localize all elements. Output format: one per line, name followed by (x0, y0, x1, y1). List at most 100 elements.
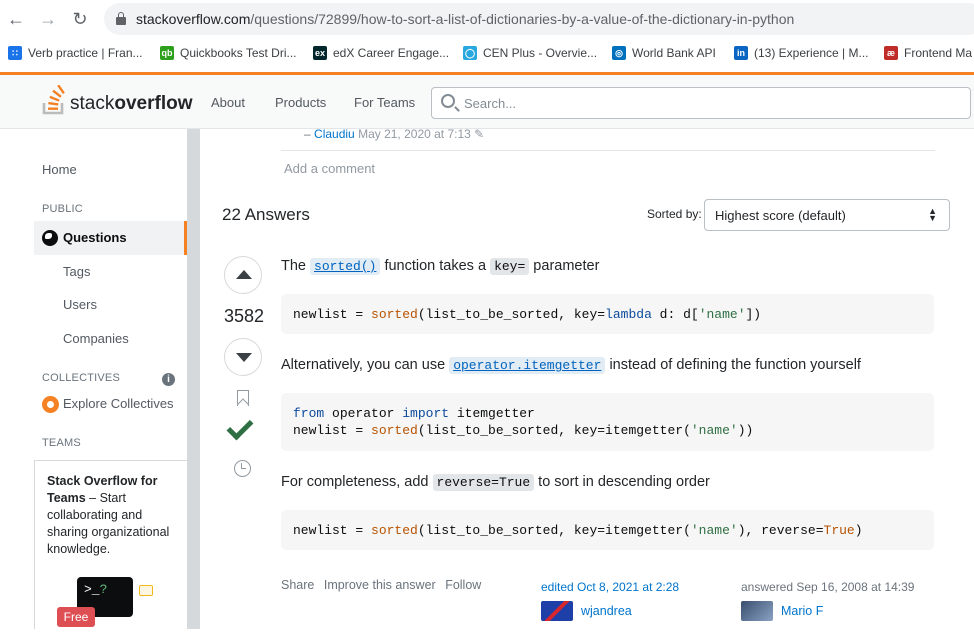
bookmark-label: (13) Experience | M... (754, 46, 869, 60)
select-arrows-icon: ▲ ▼ (928, 206, 937, 223)
editor-name[interactable]: wjandrea (581, 604, 632, 618)
logo-text: stackoverflow (70, 93, 192, 115)
itemgetter-doc-link[interactable]: operator.itemgetter (449, 357, 606, 374)
arrow-up-icon (236, 270, 252, 279)
teams-promo[interactable]: Stack Overflow for Teams – Start collabo… (34, 460, 187, 639)
p3-text-post: to sort in descending order (534, 474, 710, 490)
arrow-down-icon (236, 353, 252, 362)
sidebar-section-teams: TEAMS (42, 437, 81, 449)
bookmark-label: Verb practice | Fran... (28, 46, 143, 60)
comment-date[interactable]: May 21, 2020 at 7:13 (358, 127, 471, 141)
p1-text-mid: function takes a (380, 258, 491, 274)
bookmark-label: edX Career Engage... (333, 46, 450, 60)
bookmark-label: CEN Plus - Overvie... (483, 46, 598, 60)
sidebar-item-questions-label: Questions (63, 230, 127, 245)
comment: – Claudiu May 21, 2020 at 7:13 ✎ (304, 127, 484, 141)
sorted-doc-link[interactable]: sorted() (310, 258, 381, 275)
logo-bold: overflow (114, 93, 193, 114)
bookmark-item[interactable]: æ Frontend Ma (884, 46, 972, 60)
bookmark-icon[interactable] (237, 390, 249, 406)
url-path: /questions/72899/how-to-sort-a-list-of-d… (250, 11, 795, 27)
address-bar[interactable]: stackoverflow.com/questions/72899/how-to… (104, 3, 974, 35)
sidebar-scrollbar[interactable] (187, 129, 200, 639)
p2-text-pre: Alternatively, you can use (281, 357, 450, 373)
code-block-3: newlist = sorted(list_to_be_sorted, key=… (281, 510, 934, 550)
edited-link[interactable]: edited Oct 8, 2021 at 2:28 (541, 580, 679, 594)
chat-bubble-icon (139, 585, 153, 596)
vote-count: 3582 (223, 306, 265, 326)
nav-about[interactable]: About (211, 95, 245, 110)
p2-text-post: instead of defining the function yoursel… (605, 357, 861, 373)
lock-icon (116, 12, 126, 25)
bottom-banner-edge (0, 629, 974, 639)
stackoverflow-logo[interactable]: stackoverflow (42, 85, 192, 115)
globe-icon (42, 230, 58, 246)
share-link[interactable]: Share (281, 578, 314, 592)
bookmark-item[interactable]: ◯ CEN Plus - Overvie... (463, 46, 597, 60)
sidebar-section-public: PUBLIC (42, 203, 83, 215)
inline-code-reverse: reverse=True (432, 474, 535, 491)
comment-user-link[interactable]: Claudiu (314, 127, 355, 141)
bookmark-item[interactable]: ∷ Verb practice | Fran... (8, 46, 143, 60)
sidebar-item-explore-collectives[interactable]: Explore Collectives (63, 396, 174, 411)
post-menu: Share Improve this answer Follow (281, 578, 487, 592)
cen-icon: ◯ (463, 46, 477, 60)
p3-text-pre: For completeness, add (281, 474, 433, 490)
site-header: stackoverflow About Products For Teams (0, 72, 974, 129)
sidebar-section-collectives: COLLECTIVES (42, 372, 121, 384)
bookmark-label: Frontend Ma (904, 46, 973, 60)
improve-answer-link[interactable]: Improve this answer (324, 578, 436, 592)
add-comment-link[interactable]: Add a comment (284, 161, 375, 176)
bookmark-item[interactable]: ex edX Career Engage... (313, 46, 449, 60)
inline-code-key: key= (490, 258, 530, 275)
bookmark-item[interactable]: in (13) Experience | M... (734, 46, 869, 60)
history-icon[interactable] (234, 460, 251, 477)
editor-avatar[interactable] (541, 601, 573, 621)
editor-card[interactable]: wjandrea (541, 601, 632, 621)
answer-paragraph-1: The sorted() function takes a key= param… (281, 258, 600, 275)
sidebar-item-companies[interactable]: Companies (63, 331, 129, 346)
bookmark-label: World Bank API (632, 46, 716, 60)
sidebar-item-tags[interactable]: Tags (63, 264, 90, 279)
url-host: stackoverflow.com (136, 11, 251, 27)
nav-for-teams[interactable]: For Teams (354, 95, 415, 110)
upvote-button[interactable] (224, 256, 262, 294)
edit-pencil-icon[interactable]: ✎ (474, 127, 484, 141)
sidebar-item-home[interactable]: Home (42, 162, 77, 177)
sorted-by-label: Sorted by: (647, 207, 702, 221)
p1-text-pre: The (281, 258, 311, 274)
search-box[interactable] (431, 87, 971, 119)
bookmark-label: Quickbooks Test Dri... (180, 46, 297, 60)
linkedin-icon: in (734, 46, 748, 60)
stack-logo-icon (42, 85, 65, 115)
p1-text-post: parameter (529, 258, 600, 274)
frontend-masters-icon: æ (884, 46, 898, 60)
back-arrow-icon[interactable]: ← (5, 8, 27, 30)
bookmark-item[interactable]: qb Quickbooks Test Dri... (160, 46, 296, 60)
sidebar-item-questions[interactable]: Questions (34, 221, 187, 255)
collectives-icon (42, 396, 59, 413)
author-avatar[interactable] (741, 601, 773, 621)
reload-icon[interactable]: ↻ (69, 8, 91, 30)
left-sidebar: Home PUBLIC Questions Tags Users Compani… (0, 129, 200, 639)
globe-icon: ◎ (612, 46, 626, 60)
downvote-button[interactable] (224, 338, 262, 376)
comment-dash: – (304, 127, 311, 141)
follow-link[interactable]: Follow (445, 578, 481, 592)
info-icon[interactable]: i (162, 373, 175, 386)
forward-arrow-icon[interactable]: → (37, 8, 59, 30)
sort-select[interactable]: Highest score (default) ▲ ▼ (704, 199, 950, 231)
code-block-2: from operator import itemgetter newlist … (281, 393, 934, 451)
nav-products[interactable]: Products (275, 95, 326, 110)
answered-date: answered Sep 16, 2008 at 14:39 (741, 580, 915, 594)
edx-icon: ex (313, 46, 327, 60)
author-card[interactable]: Mario F (741, 601, 823, 621)
code-block-1: newlist = sorted(list_to_be_sorted, key=… (281, 294, 934, 334)
search-input[interactable] (464, 88, 964, 118)
sidebar-item-users[interactable]: Users (63, 297, 97, 312)
bookmark-item[interactable]: ◎ World Bank API (612, 46, 716, 60)
free-badge: Free (57, 607, 95, 627)
url-text[interactable]: stackoverflow.com/questions/72899/how-to… (136, 11, 794, 27)
author-name[interactable]: Mario F (781, 604, 823, 618)
answer-paragraph-2: Alternatively, you can use operator.item… (281, 357, 861, 374)
